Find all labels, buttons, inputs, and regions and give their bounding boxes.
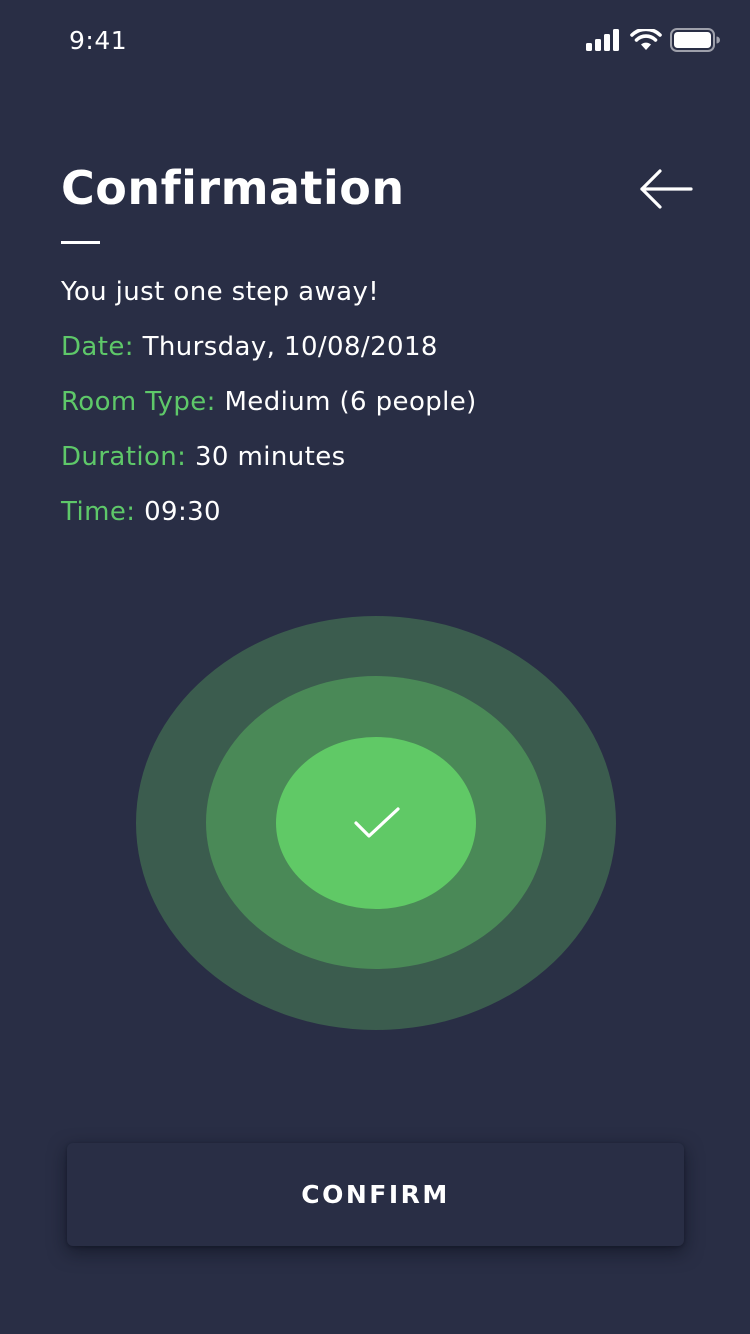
duration-label: Duration: (61, 442, 187, 472)
wifi-icon (630, 29, 662, 51)
detail-row-time: Time: 09:30 (61, 495, 221, 529)
time-value: 09:30 (144, 497, 221, 527)
arrow-left-icon (640, 169, 693, 209)
success-graphic (136, 616, 616, 1030)
time-label: Time: (61, 497, 136, 527)
title-underline (61, 241, 100, 244)
room-type-value: Medium (6 people) (224, 387, 477, 417)
date-value: Thursday, 10/08/2018 (142, 332, 438, 362)
checkmark-icon (354, 807, 400, 838)
detail-row-room-type: Room Type: Medium (6 people) (61, 385, 477, 419)
back-button[interactable] (634, 166, 698, 212)
confirm-button[interactable]: CONFIRM (67, 1143, 684, 1246)
page-title: Confirmation (61, 161, 405, 215)
cellular-signal-icon (586, 29, 622, 51)
duration-value: 30 minutes (194, 442, 346, 472)
status-bar: 9:41 (0, 0, 750, 88)
confirmation-screen: 9:41 Confirmation You just one step away… (0, 0, 750, 1334)
battery-icon (670, 28, 720, 52)
status-time: 9:41 (69, 26, 128, 55)
subtitle: You just one step away! (61, 277, 380, 307)
detail-row-duration: Duration: 30 minutes (61, 440, 346, 474)
detail-row-date: Date: Thursday, 10/08/2018 (61, 330, 438, 364)
room-type-label: Room Type: (61, 387, 216, 417)
date-label: Date: (61, 332, 134, 362)
status-icons (586, 28, 720, 52)
